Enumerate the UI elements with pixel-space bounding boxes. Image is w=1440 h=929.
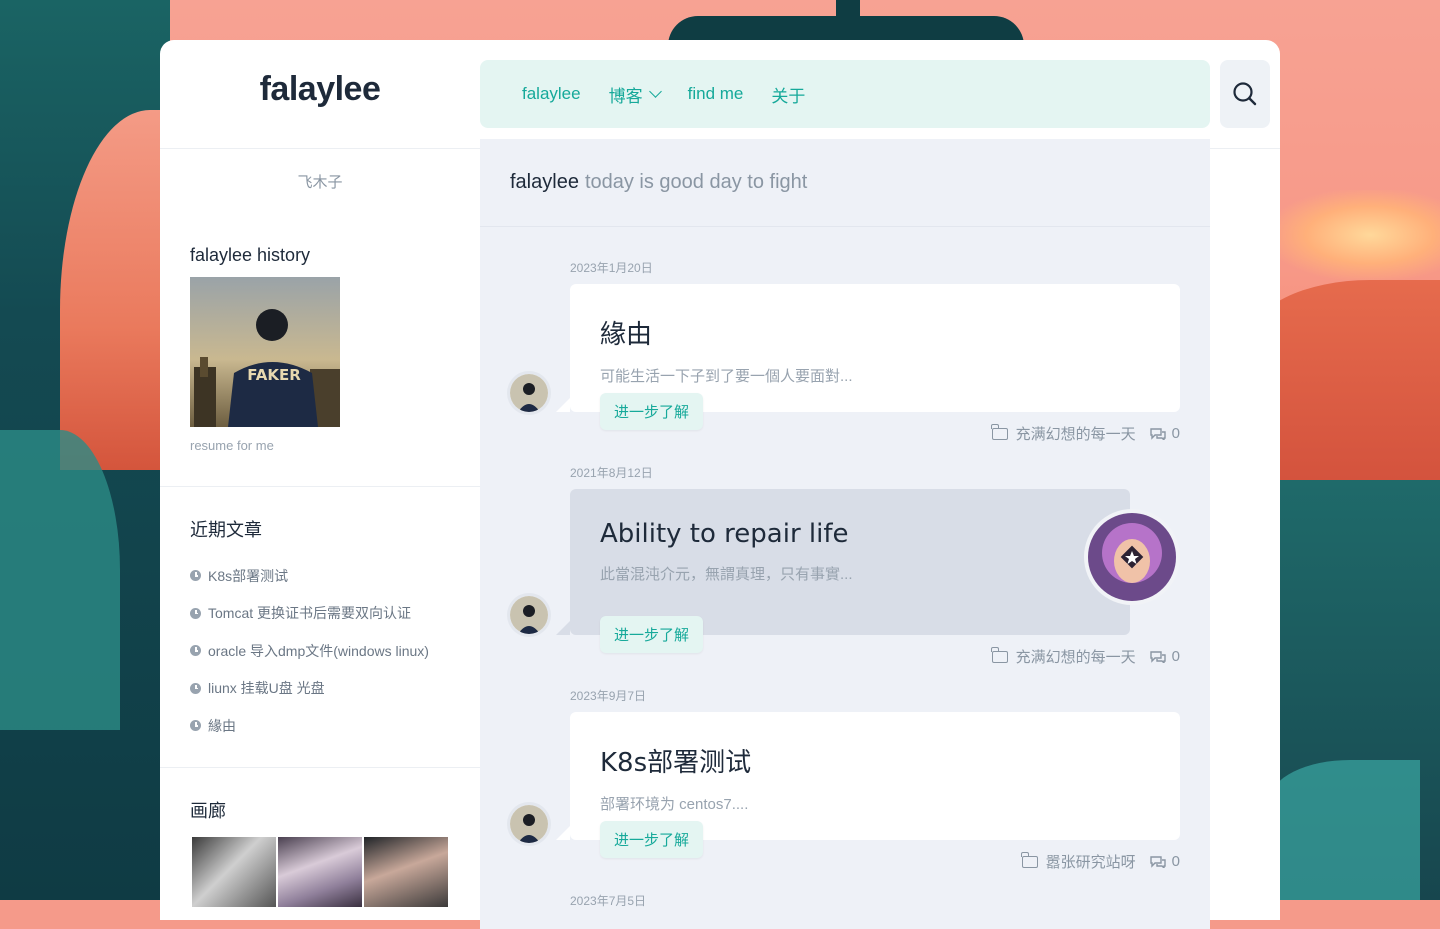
read-more-button[interactable]: 进一步了解 bbox=[600, 821, 704, 858]
read-more-button[interactable]: 进一步了解 bbox=[600, 393, 704, 430]
nav-item-blog[interactable]: 博客 bbox=[608, 82, 662, 107]
nav-label: falaylee bbox=[522, 84, 581, 103]
recent-post-item[interactable]: Tomcat 更换证书后需要双向认证 bbox=[190, 595, 429, 633]
gallery bbox=[192, 837, 448, 907]
history-caption[interactable]: resume for me bbox=[190, 438, 274, 453]
comment-icon bbox=[1149, 650, 1166, 663]
nav-item-about[interactable]: 关于 bbox=[771, 82, 805, 107]
clock-icon bbox=[190, 607, 201, 619]
post-meta: 充满幻想的每一天 0 bbox=[991, 646, 1180, 667]
chevron-down-icon bbox=[648, 85, 662, 98]
recent-post-item[interactable]: liunx 挂载U盘 光盘 bbox=[190, 670, 429, 708]
author-avatar[interactable] bbox=[510, 596, 548, 634]
history-title: falaylee history bbox=[190, 245, 311, 265]
post-card[interactable]: Ability to repair life 此當混沌介元，無謂真理，只有事實.… bbox=[556, 489, 1180, 653]
feed-header-slogan: today is good day to fight bbox=[584, 171, 808, 193]
clock-icon bbox=[190, 645, 201, 657]
post-category[interactable]: 嚣张研究站呀 bbox=[1046, 851, 1136, 872]
post-title[interactable]: Ability to repair life bbox=[600, 519, 1100, 549]
feed-header: falaylee today is good day to fight bbox=[480, 139, 1210, 227]
recent-post-item[interactable]: K8s部署测试 bbox=[190, 557, 429, 595]
post-date: 2021年8月12日 bbox=[570, 466, 653, 480]
recent-post-item[interactable]: 緣由 bbox=[190, 707, 429, 745]
site-logo[interactable]: falaylee bbox=[160, 70, 480, 109]
comment-icon bbox=[1149, 427, 1166, 440]
comment-count[interactable]: 0 bbox=[1172, 425, 1180, 442]
post-meta: 嚣张研究站呀 0 bbox=[1021, 851, 1180, 872]
folder-icon bbox=[991, 646, 1008, 663]
post-card[interactable]: 緣由 可能生活一下子到了要一個人要面對... 进一步了解 bbox=[556, 284, 1180, 430]
recent-posts-list: K8s部署测试 Tomcat 更换证书后需要双向认证 oracle 导入dmp文… bbox=[190, 557, 429, 745]
gallery-title: 画廊 bbox=[190, 801, 226, 821]
recent-posts-title: 近期文章 bbox=[190, 520, 262, 540]
post-excerpt: 此當混沌介元，無謂真理，只有事實... bbox=[600, 566, 853, 583]
sidebar-divider bbox=[160, 767, 480, 768]
nav-item-find-me[interactable]: find me bbox=[688, 84, 744, 104]
comment-count[interactable]: 0 bbox=[1172, 853, 1180, 870]
gallery-image[interactable] bbox=[364, 837, 448, 907]
clock-icon bbox=[190, 720, 201, 732]
photo-jersey-text: FAKER bbox=[247, 366, 301, 384]
post-thumbnail[interactable] bbox=[1084, 509, 1180, 605]
post-excerpt: 可能生活一下子到了要一個人要面對... bbox=[600, 368, 853, 385]
post-category[interactable]: 充满幻想的每一天 bbox=[1016, 646, 1136, 667]
nav-item-home[interactable]: falaylee bbox=[522, 84, 581, 104]
recent-post-label: 緣由 bbox=[208, 717, 236, 734]
comment-count[interactable]: 0 bbox=[1172, 648, 1180, 665]
recent-post-item[interactable]: oracle 导入dmp文件(windows linux) bbox=[190, 632, 429, 670]
main-nav: falaylee 博客 find me 关于 bbox=[480, 60, 1210, 128]
sidebar: 飞木子 falaylee history FAKER resume for me bbox=[160, 149, 480, 907]
post-category[interactable]: 充满幻想的每一天 bbox=[1016, 423, 1136, 444]
post-excerpt: 部署环境为 centos7.... bbox=[600, 796, 749, 813]
clock-icon bbox=[190, 570, 201, 582]
recent-post-label: liunx 挂载U盘 光盘 bbox=[208, 680, 325, 697]
read-more-button[interactable]: 进一步了解 bbox=[600, 616, 704, 653]
gallery-image[interactable] bbox=[192, 837, 276, 907]
post-card[interactable]: K8s部署测试 部署环境为 centos7.... 进一步了解 bbox=[556, 712, 1180, 858]
search-button[interactable] bbox=[1220, 60, 1270, 128]
sidebar-divider bbox=[160, 486, 480, 487]
recent-post-label: oracle 导入dmp文件(windows linux) bbox=[208, 642, 429, 659]
post-feed: falaylee today is good day to fight 2023… bbox=[480, 139, 1210, 929]
nav-label: 关于 bbox=[771, 86, 806, 106]
site-motto: 飞木子 bbox=[297, 174, 343, 191]
post-date: 2023年7月5日 bbox=[570, 894, 647, 908]
post-title[interactable]: K8s部署测试 bbox=[600, 742, 1150, 779]
author-avatar[interactable] bbox=[510, 374, 548, 412]
clock-icon bbox=[190, 682, 201, 694]
folder-icon bbox=[991, 423, 1008, 440]
nav-label: 博客 bbox=[608, 86, 643, 106]
recent-post-label: K8s部署测试 bbox=[208, 567, 289, 584]
author-avatar[interactable] bbox=[510, 805, 548, 843]
feed-header-name: falaylee bbox=[510, 171, 579, 193]
folder-icon bbox=[1021, 851, 1038, 868]
search-icon bbox=[1233, 82, 1257, 106]
gallery-image[interactable] bbox=[278, 837, 362, 907]
nav-label: find me bbox=[687, 84, 744, 103]
history-photo[interactable]: FAKER bbox=[190, 277, 340, 427]
post-meta: 充满幻想的每一天 0 bbox=[991, 423, 1180, 444]
recent-post-label: Tomcat 更换证书后需要双向认证 bbox=[208, 605, 412, 622]
comment-icon bbox=[1149, 855, 1166, 868]
site-card: falaylee falaylee 博客 find me 关于 飞木子 fala… bbox=[160, 40, 1280, 929]
post-title[interactable]: 緣由 bbox=[600, 314, 1150, 351]
post-date: 2023年9月7日 bbox=[570, 689, 647, 703]
post-date: 2023年1月20日 bbox=[570, 261, 653, 275]
